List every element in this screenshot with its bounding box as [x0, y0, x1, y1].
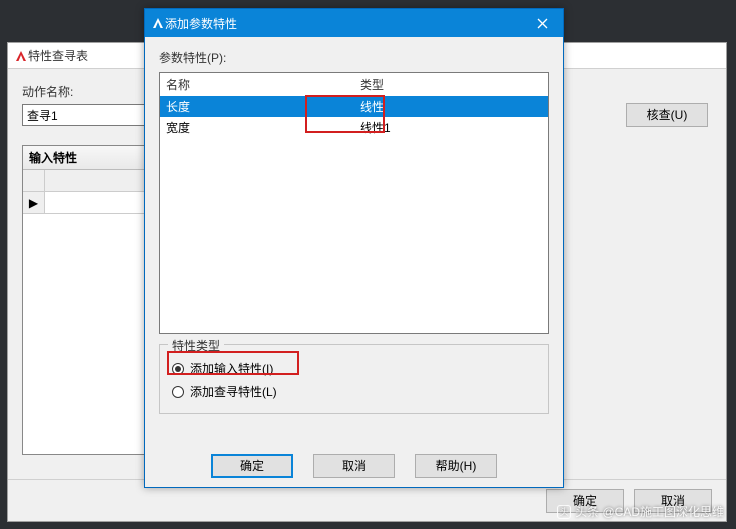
radio-add-lookup[interactable]: 添加查寻特性(L): [170, 380, 538, 403]
modal-titlebar: 添加参数特性: [145, 9, 563, 37]
watermark-text: 头条 @CAD施工图深化思维: [575, 503, 724, 520]
group-title: 特性类型: [168, 337, 224, 354]
col-type: 类型: [354, 73, 548, 96]
ok-button[interactable]: 确定: [211, 454, 293, 478]
verify-button[interactable]: 核查(U): [626, 103, 708, 127]
close-button[interactable]: [521, 9, 563, 37]
cancel-button[interactable]: 取消: [313, 454, 395, 478]
list-header: 名称 类型: [160, 73, 548, 96]
radio-label: 添加输入特性(I): [190, 360, 273, 377]
add-param-property-dialog: 添加参数特性 参数特性(P): 名称 类型 长度 线性 宽度 线性1 特性类型: [144, 8, 564, 488]
watermark: 头 头条 @CAD施工图深化思维: [557, 503, 724, 520]
cell-name: 宽度: [160, 117, 354, 138]
cell-type: 线性1: [354, 117, 548, 138]
radio-label: 添加查寻特性(L): [190, 383, 277, 400]
autocad-logo-icon: [151, 16, 165, 30]
help-button[interactable]: 帮助(H): [415, 454, 497, 478]
close-icon: [537, 18, 548, 29]
modal-title: 添加参数特性: [165, 15, 521, 32]
param-list[interactable]: 名称 类型 长度 线性 宽度 线性1: [159, 72, 549, 334]
cell-type: 线性: [354, 96, 548, 117]
col-name: 名称: [160, 73, 354, 96]
radio-icon: [172, 386, 184, 398]
bg-window-title: 特性查寻表: [28, 47, 88, 64]
radio-add-input[interactable]: 添加输入特性(I): [170, 357, 538, 380]
autocad-logo-icon: [14, 49, 28, 63]
modal-footer: 确定 取消 帮助(H): [145, 445, 563, 487]
property-type-group: 特性类型 添加输入特性(I) 添加查寻特性(L): [159, 344, 549, 414]
list-item[interactable]: 宽度 线性1: [160, 117, 548, 138]
watermark-icon: 头: [557, 505, 571, 519]
radio-icon: [172, 363, 184, 375]
param-properties-label: 参数特性(P):: [159, 49, 549, 66]
row-marker-icon: ▶: [23, 192, 45, 214]
cell-name: 长度: [160, 96, 354, 117]
list-item[interactable]: 长度 线性: [160, 96, 548, 117]
